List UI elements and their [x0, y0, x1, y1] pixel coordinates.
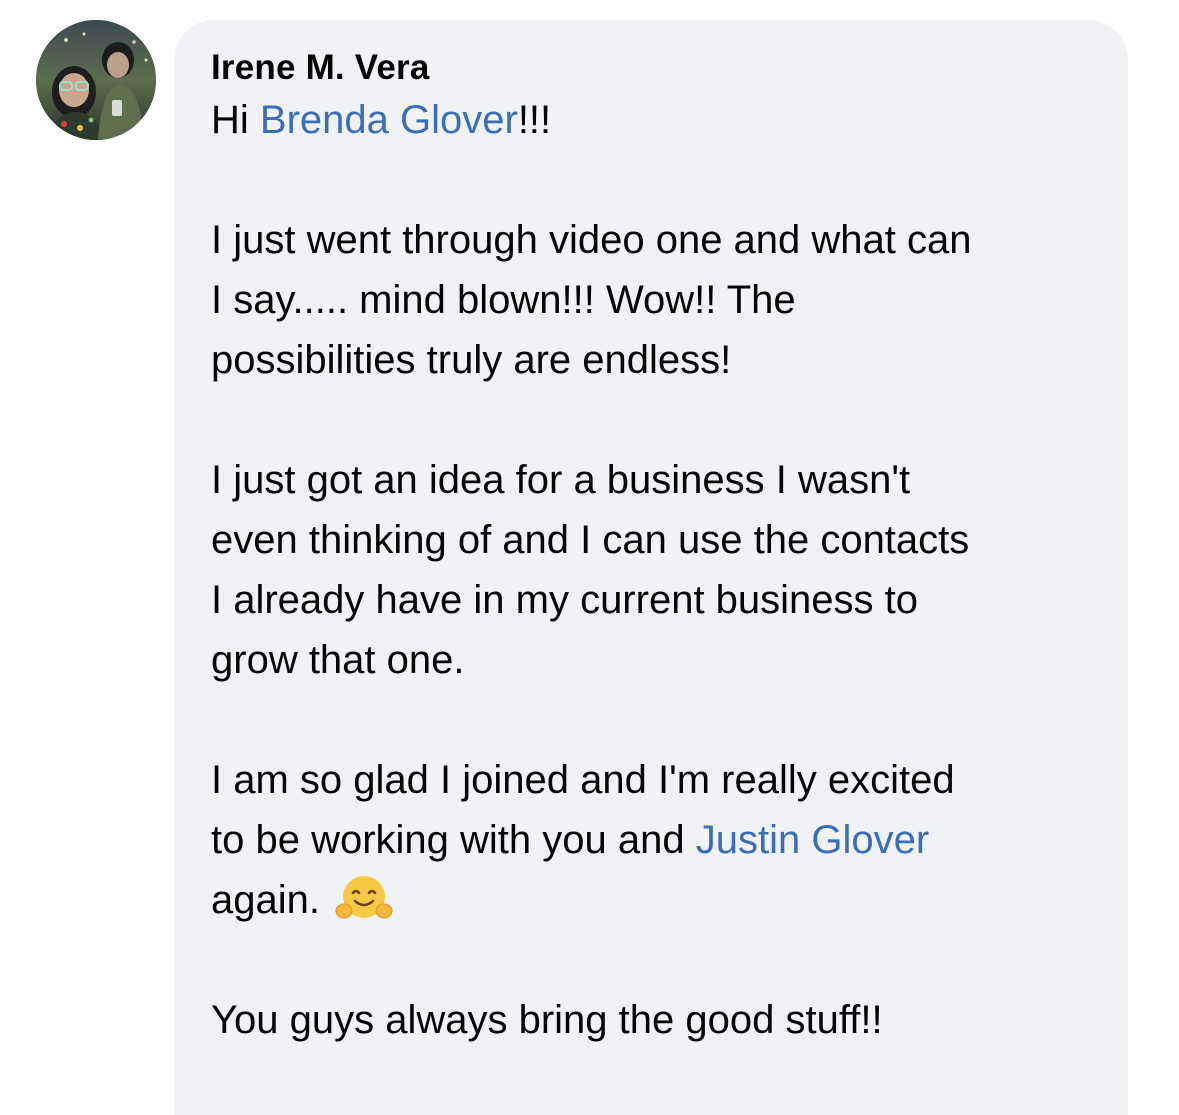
paragraph-2: I just got an idea for a business I wasn…	[211, 450, 1098, 690]
comment-bubble: Irene M. Vera Hi Brenda Glover!!! I just…	[174, 20, 1128, 1115]
paragraph-2-line-1: I just got an idea for a business I wasn…	[211, 458, 911, 502]
paragraph-4: You guys always bring the good stuff!!	[211, 998, 883, 1042]
mention-justin-glover[interactable]: Justin Glover	[696, 818, 929, 862]
paragraph-1-line-1: I just went through video one and what c…	[211, 218, 972, 262]
paragraph-1-line-2: I say..... mind blown!!! Wow!! The	[211, 278, 796, 322]
paragraph-3-line-1: I am so glad I joined and I'm really exc…	[211, 758, 955, 802]
paragraph-2-line-2: even thinking of and I can use the conta…	[211, 518, 970, 562]
mention-brenda-glover[interactable]: Brenda Glover	[260, 98, 518, 142]
profile-photo	[36, 20, 156, 140]
paragraph-2-line-3: I already have in my current business to	[211, 578, 919, 622]
comment-body: Hi Brenda Glover!!! I just went through …	[211, 90, 1098, 1050]
comment: Irene M. Vera Hi Brenda Glover!!! I just…	[0, 0, 1179, 1115]
greeting-line: Hi Brenda Glover!!!	[211, 90, 1098, 150]
greeting-prefix: Hi	[211, 98, 260, 142]
paragraph-3-line-3: again.	[211, 878, 332, 922]
paragraph-3-line-2-prefix: to be working with you and	[211, 818, 696, 862]
comment-author-name[interactable]: Irene M. Vera	[211, 46, 1098, 90]
avatar[interactable]	[36, 20, 156, 140]
hugging-face-emoji-icon	[335, 873, 393, 923]
paragraph-1-line-3: possibilities truly are endless!	[211, 338, 732, 382]
paragraph-1: I just went through video one and what c…	[211, 210, 1098, 390]
greeting-suffix: !!!	[517, 98, 552, 142]
paragraph-3: I am so glad I joined and I'm really exc…	[211, 750, 1098, 930]
paragraph-2-line-4: grow that one.	[211, 638, 465, 682]
